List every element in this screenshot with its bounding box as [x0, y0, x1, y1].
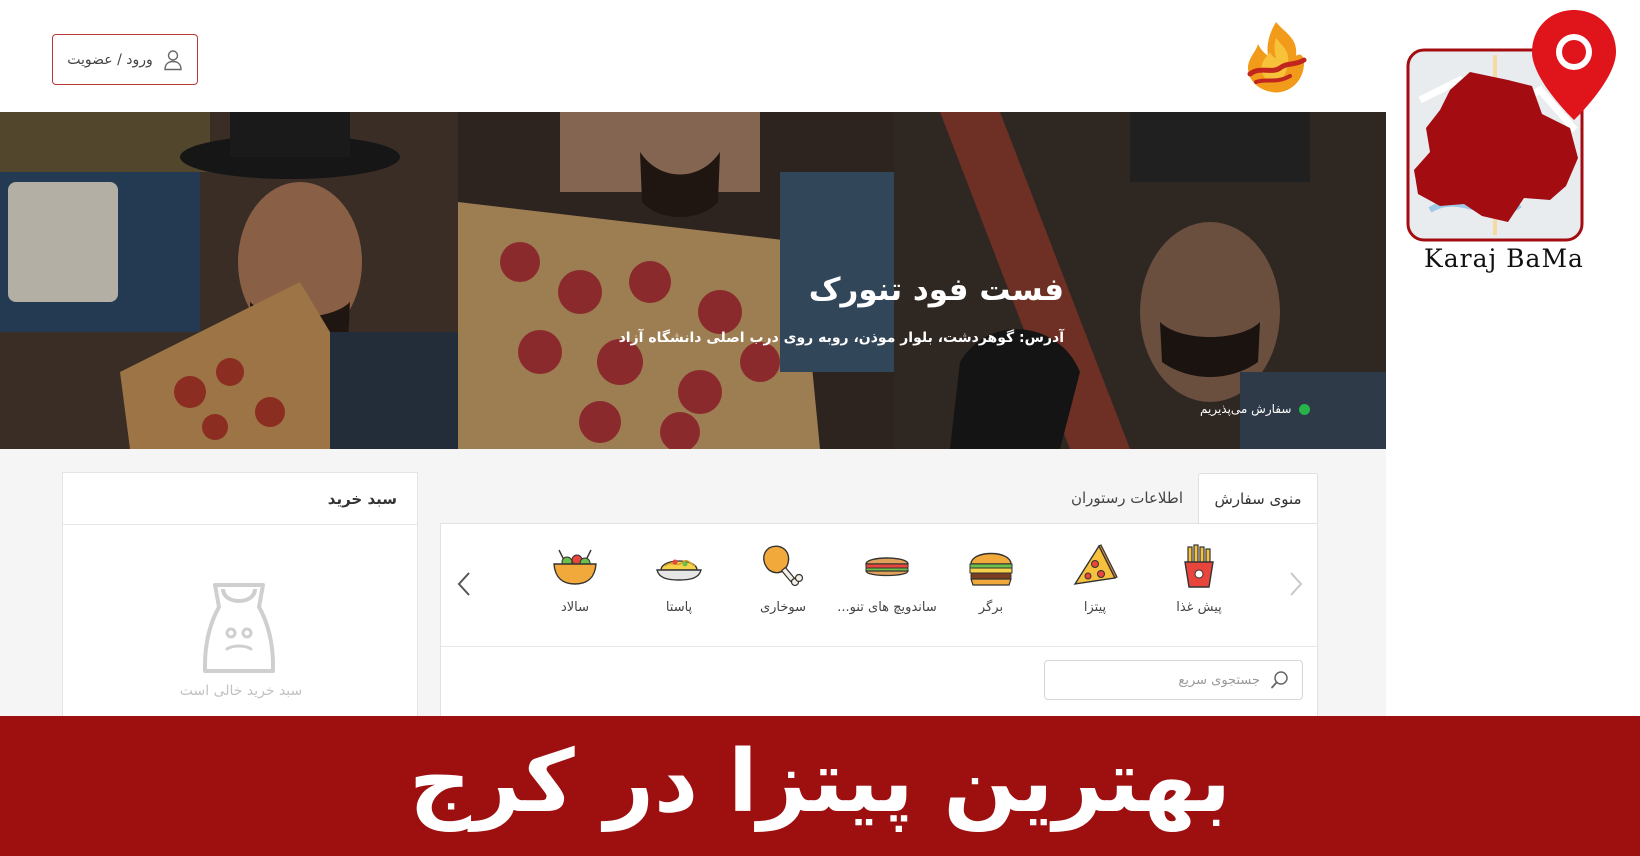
- category-label: پیش غذا: [1176, 600, 1222, 615]
- login-register-button[interactable]: ورود / عضویت: [52, 34, 198, 85]
- tab-order-menu[interactable]: منوی سفارش: [1198, 473, 1318, 523]
- category-pizza[interactable]: پیتزا: [1045, 544, 1145, 615]
- category-salad[interactable]: سالاد: [525, 544, 625, 615]
- tab-restaurant-info[interactable]: اطلاعات رستوران: [1060, 473, 1194, 523]
- restaurant-name: فست فود تنورک: [808, 272, 1064, 308]
- search-input[interactable]: [1080, 672, 1260, 688]
- chevron-right-icon: [1290, 572, 1303, 596]
- quick-search[interactable]: [1044, 660, 1303, 700]
- promo-banner: بهترین پیتزا در کرج: [0, 716, 1640, 856]
- burger-icon: [969, 552, 1013, 586]
- carousel-prev-left-arrow[interactable]: [449, 564, 479, 604]
- category-appetizer[interactable]: پیش غذا: [1149, 544, 1249, 615]
- category-sandwich[interactable]: ساندویچ های تنو...: [837, 544, 937, 615]
- category-label: برگر: [978, 600, 1004, 615]
- category-pasta[interactable]: پاستا: [629, 544, 729, 615]
- cart-header: سبد خرید: [63, 473, 417, 525]
- empty-bag-icon: [203, 583, 275, 673]
- page: ورود / عضویت Karaj BaMa فست فود تنورک آد…: [0, 0, 1640, 856]
- restaurant-logo[interactable]: [1236, 18, 1316, 96]
- category-carousel: پیش غذا پیتزا برگر ساندویچ های تنو... سو…: [441, 524, 1319, 647]
- chevron-left-icon: [457, 572, 470, 596]
- category-burger[interactable]: برگر: [941, 544, 1041, 615]
- user-icon: [164, 49, 182, 70]
- pizza-icon: [1073, 544, 1118, 585]
- fries-icon: [1184, 544, 1214, 588]
- pasta-icon: [656, 559, 702, 581]
- category-label: سوخاری: [759, 600, 807, 615]
- chicken-leg-icon: [763, 545, 804, 587]
- order-status: سفارش می‌پذیریم: [1200, 402, 1311, 416]
- karaj-bama-label: Karaj BaMa: [1424, 244, 1584, 273]
- hero-banner: فست فود تنورک آدرس: گوهردشت، بلوار موذن،…: [0, 112, 1386, 449]
- cart-title: سبد خرید: [327, 489, 397, 508]
- search-icon: [1271, 671, 1288, 689]
- menu-card: پیش غذا پیتزا برگر ساندویچ های تنو... سو…: [440, 523, 1319, 723]
- cart-panel: سبد خرید سبد خرید خالی است: [62, 472, 418, 732]
- cart-empty-text: سبد خرید خالی است: [179, 683, 303, 699]
- category-fried-chicken[interactable]: سوخاری: [733, 544, 833, 615]
- category-label: پاستا: [665, 600, 693, 615]
- category-label: سالاد: [560, 600, 590, 615]
- order-status-label: سفارش می‌پذیریم: [1200, 402, 1292, 416]
- category-label: ساندویچ های تنو...: [837, 600, 937, 615]
- carousel-next-right-arrow[interactable]: [1281, 564, 1311, 604]
- status-dot: [1299, 403, 1311, 415]
- login-register-label: ورود / عضویت: [67, 51, 153, 68]
- salad-icon: [553, 549, 597, 585]
- category-label: پیتزا: [1083, 600, 1107, 615]
- restaurant-address: آدرس: گوهردشت، بلوار موذن، روبه روی درب …: [618, 330, 1064, 346]
- sandwich-icon: [865, 557, 909, 577]
- banner-headline: بهترین پیتزا در کرج: [409, 732, 1231, 832]
